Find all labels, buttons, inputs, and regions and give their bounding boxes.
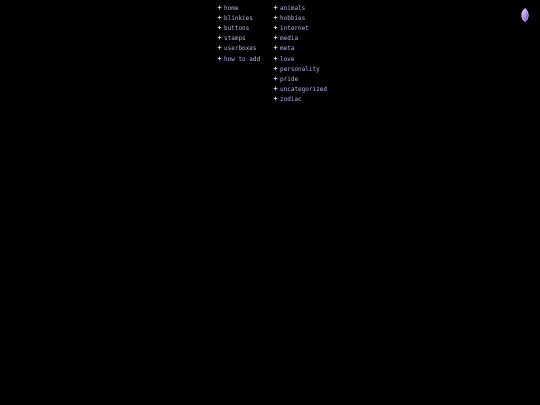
nav-link-label: pride [280,75,299,83]
star-bullet-icon [217,15,222,21]
nav-link-hobbies[interactable]: hobbies [273,14,327,24]
nav-link-meta[interactable]: meta [273,44,327,54]
nav-link-label: personality [280,65,320,73]
nav-link-uncategorized[interactable]: uncategorized [273,85,327,95]
nav-link-label: userboxes [224,45,257,53]
nav-link-label: love [280,55,295,63]
page: home blinkies buttons stamps userboxes how to… [0,0,540,405]
star-bullet-icon [273,15,278,21]
nav-link-userboxes[interactable]: userboxes [217,44,260,54]
nav-link-label: hobbies [280,15,306,23]
nav-link-stamps[interactable]: stamps [217,34,260,44]
nav-link-zodiac[interactable]: zodiac [273,95,327,105]
nav-link-personality[interactable]: personality [273,65,327,75]
nav-link-label: stamps [224,35,246,43]
nav-link-media[interactable]: media [273,34,327,44]
star-bullet-icon [273,75,278,81]
nav-link-label: uncategorized [280,85,327,93]
nav-link-home[interactable]: home [217,4,260,14]
nav-link-label: zodiac [280,95,302,103]
gem-icon[interactable] [521,8,529,22]
nav-column-main: home blinkies buttons stamps userboxes how to… [217,4,260,65]
nav-link-label: meta [280,45,295,53]
star-bullet-icon [273,35,278,41]
star-bullet-icon [273,55,278,61]
nav-link-blinkies[interactable]: blinkies [217,14,260,24]
nav-link-how-to-add[interactable]: how to add [217,54,260,64]
nav-link-love[interactable]: love [273,54,327,64]
nav-link-buttons[interactable]: buttons [217,24,260,34]
star-bullet-icon [217,35,222,41]
nav-link-animals[interactable]: animals [273,4,327,14]
nav-link-label: home [224,5,239,13]
nav-link-label: blinkies [224,15,253,23]
nav-link-label: internet [280,25,309,33]
star-bullet-icon [217,25,222,31]
nav-link-pride[interactable]: pride [273,75,327,85]
nav-link-label: media [280,35,299,43]
star-bullet-icon [273,85,278,91]
nav-link-label: animals [280,5,306,13]
star-bullet-icon [273,65,278,71]
nav-link-label: buttons [224,25,250,33]
star-bullet-icon [217,55,222,61]
star-bullet-icon [273,25,278,31]
star-bullet-icon [273,5,278,11]
star-bullet-icon [217,5,222,11]
star-bullet-icon [273,95,278,101]
nav-link-label: how to add [224,55,261,63]
nav-link-internet[interactable]: internet [273,24,327,34]
star-bullet-icon [273,45,278,51]
nav-column-categories: animals hobbies internet media meta love perso… [273,4,327,105]
star-bullet-icon [217,45,222,51]
